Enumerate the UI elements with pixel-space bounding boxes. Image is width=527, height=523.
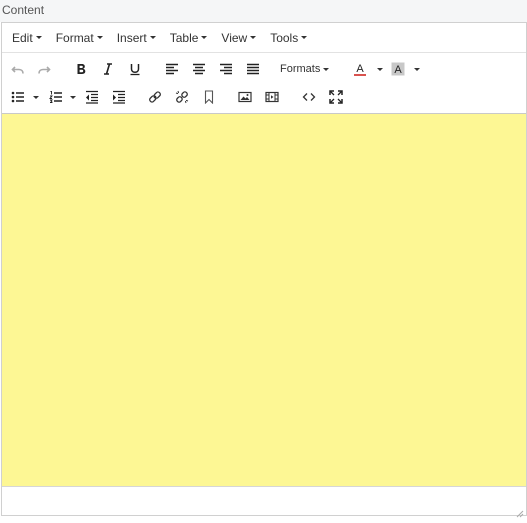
toolbar-row-formatting: Formats A A <box>2 55 526 83</box>
outdent-icon <box>86 90 98 104</box>
formats-label: Formats <box>280 63 321 75</box>
toolbar-row-insert <box>2 83 526 111</box>
background-color-menu-button[interactable] <box>407 57 423 81</box>
text-color-icon: A <box>354 63 366 76</box>
undo-button[interactable] <box>6 57 30 81</box>
fullscreen-button[interactable] <box>324 85 348 109</box>
menu-edit[interactable]: Edit <box>6 26 48 50</box>
menu-edit-label: Edit <box>12 30 33 45</box>
text-color-menu-button[interactable] <box>370 57 386 81</box>
rich-text-editor: Edit Format Insert Table View Tools Form… <box>1 22 527 518</box>
align-center-button[interactable] <box>187 57 211 81</box>
caret-down-icon <box>323 67 330 71</box>
undo-icon <box>11 66 24 74</box>
caret-down-icon <box>32 95 39 99</box>
numbered-list-icon <box>49 91 62 103</box>
editor-content-area[interactable] <box>2 113 526 486</box>
menu-format-label: Format <box>55 30 94 45</box>
source-code-button[interactable] <box>297 85 321 109</box>
menu-table-label: Table <box>169 30 199 45</box>
align-left-icon <box>166 63 178 75</box>
align-justify-button[interactable] <box>241 57 265 81</box>
menubar: Edit Format Insert Table View Tools <box>2 23 526 53</box>
anchor-button[interactable] <box>197 85 221 109</box>
indent-icon <box>113 90 125 104</box>
menu-insert-label: Insert <box>116 30 147 45</box>
bold-icon <box>77 64 86 74</box>
link-icon <box>149 91 161 103</box>
image-icon <box>238 91 252 103</box>
caret-down-icon <box>35 36 42 39</box>
text-color-underline <box>354 74 366 76</box>
caret-down-icon <box>149 36 156 39</box>
image-button[interactable] <box>233 85 257 109</box>
caret-down-icon <box>69 95 76 99</box>
bookmark-icon <box>204 90 214 104</box>
bullet-list-icon <box>11 91 24 103</box>
menu-table[interactable]: Table <box>164 26 214 50</box>
menu-tools-label: Tools <box>270 30 299 45</box>
source-code-icon <box>302 93 316 101</box>
menu-format[interactable]: Format <box>50 26 109 50</box>
unlink-button[interactable] <box>170 85 194 109</box>
unlink-icon <box>175 90 189 104</box>
text-color-glyph: A <box>356 63 364 75</box>
caret-down-icon <box>301 36 308 39</box>
align-right-button[interactable] <box>214 57 238 81</box>
redo-icon <box>38 66 51 74</box>
background-color-icon: A <box>391 62 405 76</box>
bullet-list-menu-button[interactable] <box>26 85 42 109</box>
resize-grip-icon <box>516 510 524 518</box>
outdent-button[interactable] <box>80 85 104 109</box>
align-justify-icon <box>247 63 259 75</box>
caret-down-icon <box>376 67 383 71</box>
text-color-button[interactable]: A <box>348 57 372 81</box>
formats-dropdown[interactable]: Formats <box>280 57 336 81</box>
italic-icon <box>104 63 112 75</box>
caret-down-icon <box>250 36 257 39</box>
menu-view[interactable]: View <box>215 26 262 50</box>
link-button[interactable] <box>143 85 167 109</box>
fullscreen-icon <box>329 90 343 104</box>
label-strip <box>0 0 527 22</box>
caret-down-icon <box>201 36 208 39</box>
menu-insert[interactable]: Insert <box>111 26 162 50</box>
underline-button[interactable] <box>123 57 147 81</box>
align-center-icon <box>193 63 205 75</box>
media-button[interactable] <box>260 85 284 109</box>
media-icon <box>265 91 279 103</box>
redo-button[interactable] <box>32 57 56 81</box>
resize-handle[interactable] <box>516 505 524 518</box>
align-left-button[interactable] <box>160 57 184 81</box>
caret-down-icon <box>96 36 103 39</box>
italic-button[interactable] <box>96 57 120 81</box>
numbered-list-menu-button[interactable] <box>63 85 79 109</box>
align-right-icon <box>220 63 232 75</box>
indent-button[interactable] <box>107 85 131 109</box>
editor-statusbar <box>2 486 526 518</box>
content-field-label: Content <box>2 3 45 17</box>
underline-icon <box>130 64 140 76</box>
menu-tools[interactable]: Tools <box>264 26 313 50</box>
bold-button[interactable] <box>69 57 93 81</box>
menu-view-label: View <box>221 30 248 45</box>
background-color-glyph: A <box>394 64 402 76</box>
caret-down-icon <box>413 67 420 71</box>
